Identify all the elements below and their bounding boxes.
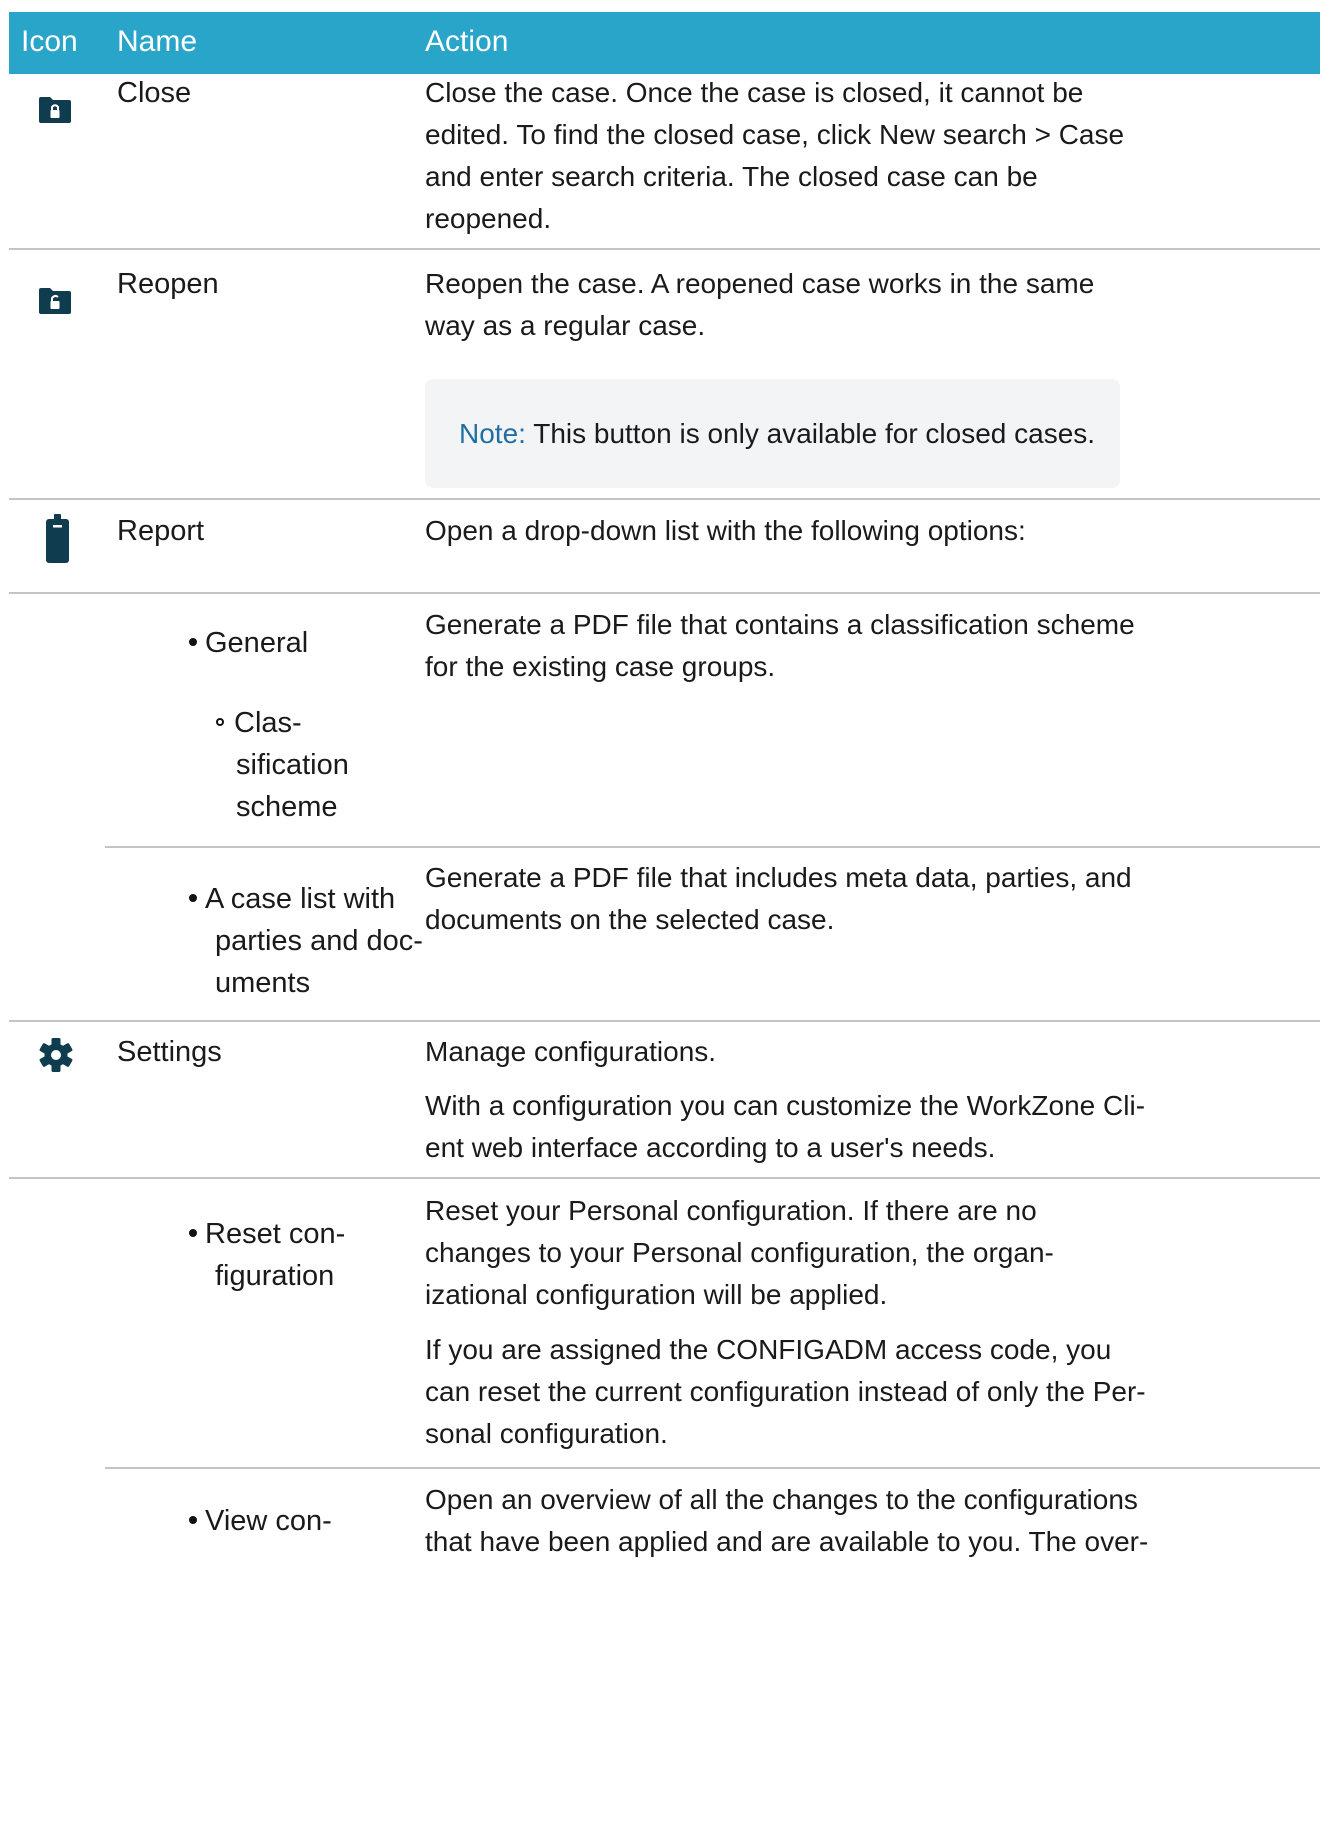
clipboard-icon xyxy=(46,514,69,563)
row-general-action-2: for the existing case groups. xyxy=(425,651,776,682)
row-divider xyxy=(9,592,1320,594)
note-text: Note: This button is only available for … xyxy=(459,418,1096,449)
row-divider xyxy=(9,248,1320,250)
row-general-action-1: Generate a PDF file that contains a clas… xyxy=(425,609,1135,640)
row-close-name: Close xyxy=(117,77,192,109)
gear-icon xyxy=(39,1038,73,1072)
row-caselist-action-1: Generate a PDF file that includes meta d… xyxy=(425,862,1132,893)
option-case-list-3: uments xyxy=(215,967,311,999)
option-reset-configuration-2: figuration xyxy=(215,1260,335,1292)
circle-bullet-icon xyxy=(216,718,224,727)
option-classification-scheme-2: sification xyxy=(236,749,349,781)
option-case-list-2: parties and doc- xyxy=(215,925,423,957)
option-classification-scheme: Clas- xyxy=(216,702,302,744)
unlock-folder-icon xyxy=(39,288,71,314)
lock-folder-icon xyxy=(39,97,71,123)
row-divider xyxy=(9,1020,1320,1022)
option-view-configuration: View con- xyxy=(189,1500,332,1542)
row-view-action-2: that have been applied and are available… xyxy=(425,1526,1149,1557)
row-divider xyxy=(9,498,1320,500)
row-settings-action-1: Manage configurations. xyxy=(425,1036,717,1067)
row-reset-action-6: sonal configuration. xyxy=(425,1418,668,1449)
option-classification-scheme-3: scheme xyxy=(236,791,338,823)
row-close-action-1: Close the case. Once the case is closed,… xyxy=(425,77,1084,108)
header-icon: Icon xyxy=(21,25,78,58)
new-search-case-path: New search > Case xyxy=(878,119,1125,150)
header-name: Name xyxy=(117,25,198,58)
row-divider xyxy=(105,846,1320,848)
row-close-action-4: reopened. xyxy=(425,203,552,234)
note-label: Note: xyxy=(459,418,526,449)
option-general: General xyxy=(189,622,308,664)
bullet-icon xyxy=(189,894,197,903)
row-close-action-2: edited. To find the closed case, click N… xyxy=(425,119,1125,150)
header-action: Action xyxy=(425,25,509,58)
table-header: Icon Name Action xyxy=(9,12,1320,74)
row-report-action: Open a drop-down list with the following… xyxy=(425,515,1026,546)
row-caselist-action-2: documents on the selected case. xyxy=(425,904,835,935)
row-divider xyxy=(9,1177,1320,1179)
option-case-list: A case list with xyxy=(189,878,395,920)
row-settings-name: Settings xyxy=(117,1036,222,1068)
row-reset-action-1: Reset your Personal configuration. If th… xyxy=(425,1195,1037,1226)
row-reset-action-4: If you are assigned the CONFIGADM access… xyxy=(425,1334,1112,1365)
bullet-icon xyxy=(189,638,197,647)
row-report-name: Report xyxy=(117,515,205,547)
row-settings-action-3: ent web interface according to a user's … xyxy=(425,1132,996,1163)
bullet-icon xyxy=(189,1229,197,1238)
row-divider xyxy=(105,1467,1320,1469)
row-reopen-action-2: way as a regular case. xyxy=(425,310,706,341)
row-reopen-action-1: Reopen the case. A reopened case works i… xyxy=(425,268,1095,299)
row-reset-action-2: changes to your Personal configuration, … xyxy=(425,1237,1054,1268)
row-reset-action-5: can reset the current configuration inst… xyxy=(425,1376,1146,1407)
row-close-action-3: and enter search criteria. The closed ca… xyxy=(425,161,1038,192)
row-view-action-1: Open an overview of all the changes to t… xyxy=(425,1484,1138,1515)
option-reset-configuration: Reset con- xyxy=(189,1213,345,1255)
row-reopen-name: Reopen xyxy=(117,268,219,300)
row-settings-action-2: With a configuration you can customize t… xyxy=(425,1090,1146,1121)
row-reset-action-3: izational configuration will be applied. xyxy=(425,1279,888,1310)
bullet-icon xyxy=(189,1516,197,1525)
